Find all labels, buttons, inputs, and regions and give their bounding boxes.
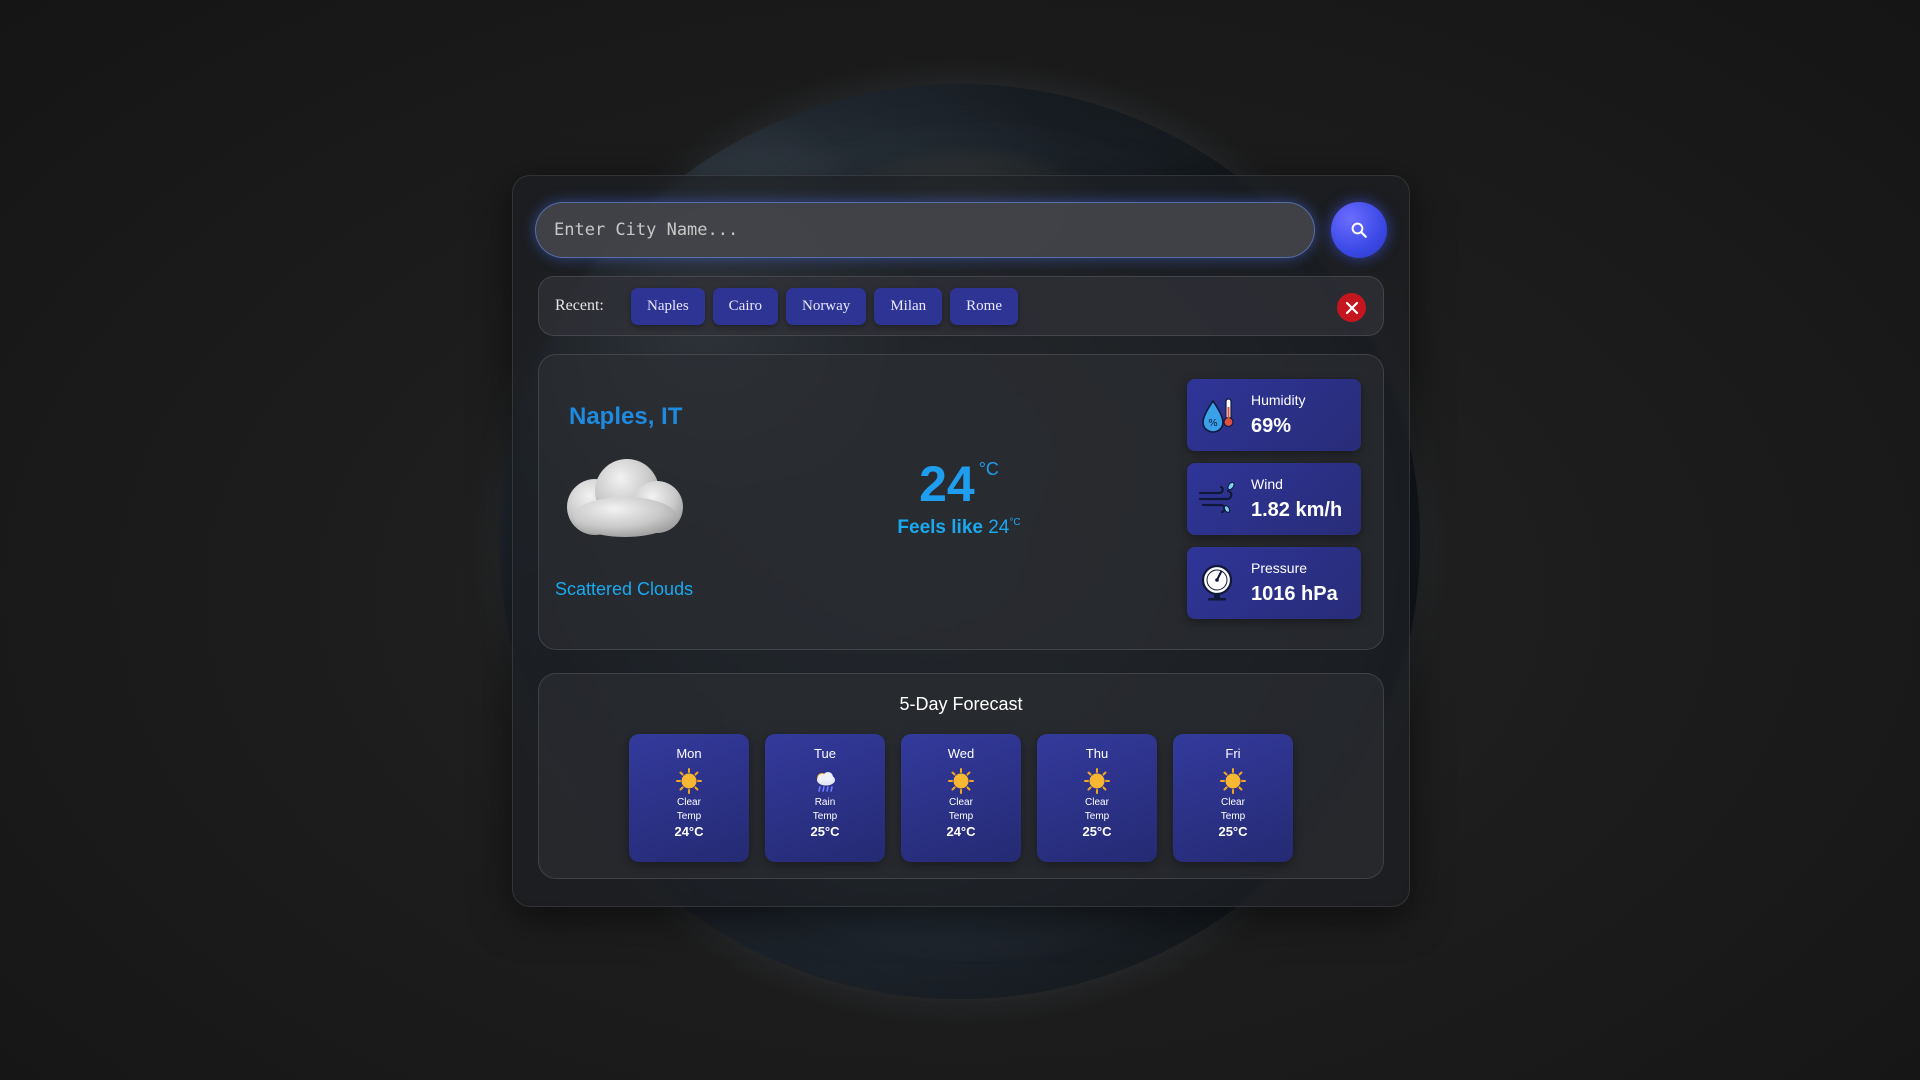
recent-chip-milan[interactable]: Milan bbox=[874, 288, 943, 325]
page: Recent: Naples Cairo Norway Milan Rome N… bbox=[0, 0, 1920, 1080]
clear-recent-button[interactable] bbox=[1337, 293, 1366, 322]
feels-like-unit: °C bbox=[1009, 517, 1021, 528]
weather-condition: Scattered Clouds bbox=[555, 579, 694, 599]
forecast-temp-label: Temp bbox=[812, 811, 838, 822]
forecast-temp: 25°C bbox=[1218, 824, 1248, 839]
recent-chip-norway[interactable]: Norway bbox=[785, 288, 867, 325]
pressure-label: Pressure bbox=[1251, 560, 1308, 576]
recent-chip-naples[interactable]: Naples bbox=[631, 288, 705, 325]
forecast-row: Mon Clear Temp 24°C Tue Rain Temp 25°C W… bbox=[629, 734, 1293, 862]
recent-chip-rome[interactable]: Rome bbox=[950, 288, 1018, 325]
rain-cloud-icon bbox=[817, 772, 835, 792]
forecast-condition: Clear bbox=[949, 797, 973, 808]
forecast-day-card: Mon Clear Temp 24°C bbox=[629, 734, 749, 862]
forecast-temp: 25°C bbox=[1082, 824, 1112, 839]
wind-value: 1.82 km/h bbox=[1251, 499, 1343, 521]
forecast-temp: 24°C bbox=[674, 824, 704, 839]
forecast-day-card: Tue Rain Temp 25°C bbox=[765, 734, 885, 862]
temperature-unit: °C bbox=[978, 459, 999, 479]
cloud-icon bbox=[567, 459, 683, 537]
pressure-gauge-icon bbox=[1201, 564, 1233, 601]
search-button[interactable] bbox=[1331, 202, 1387, 258]
search-icon bbox=[1351, 222, 1367, 238]
wind-label: Wind bbox=[1251, 476, 1283, 492]
forecast-day-card: Wed Clear Temp 24°C bbox=[901, 734, 1021, 862]
recent-chips: Naples Cairo Norway Milan Rome bbox=[631, 288, 1018, 325]
forecast-condition: Rain bbox=[814, 797, 836, 808]
wind-card: Wind 1.82 km/h bbox=[1187, 463, 1361, 535]
current-weather-panel: Naples, IT Scattered Clouds 24 °C Feels … bbox=[538, 354, 1384, 650]
forecast-day-name: Wed bbox=[947, 746, 975, 761]
humidity-card: % Humidity 69% bbox=[1187, 379, 1361, 451]
recent-searches-bar: Recent: Naples Cairo Norway Milan Rome bbox=[538, 276, 1384, 336]
forecast-day-name: Fri bbox=[1225, 746, 1241, 761]
sun-icon bbox=[948, 768, 974, 794]
temperature-block: 24 °C Feels like 24°C bbox=[869, 455, 1049, 539]
recent-label: Recent: bbox=[555, 297, 604, 314]
search-row bbox=[535, 202, 1387, 258]
sun-icon bbox=[1084, 768, 1110, 794]
forecast-day-name: Tue bbox=[814, 746, 836, 761]
city-name: Naples, IT bbox=[569, 403, 683, 430]
forecast-day-name: Thu bbox=[1085, 746, 1109, 761]
forecast-temp: 25°C bbox=[810, 824, 840, 839]
feels-like: Feels like 24°C bbox=[869, 517, 1049, 539]
humidity-value: 69% bbox=[1251, 415, 1292, 437]
pressure-card: Pressure 1016 hPa bbox=[1187, 547, 1361, 619]
temperature-value: 24 bbox=[919, 456, 975, 512]
forecast-day-card: Thu Clear Temp 25°C bbox=[1037, 734, 1157, 862]
forecast-condition: Clear bbox=[1085, 797, 1109, 808]
sun-icon bbox=[676, 768, 702, 794]
forecast-temp-label: Temp bbox=[948, 811, 974, 822]
forecast-day-name: Mon bbox=[676, 746, 702, 761]
humidity-label: Humidity bbox=[1251, 392, 1306, 408]
weather-card: Recent: Naples Cairo Norway Milan Rome N… bbox=[512, 175, 1410, 907]
recent-chip-cairo[interactable]: Cairo bbox=[712, 288, 778, 325]
forecast-condition: Clear bbox=[677, 797, 701, 808]
pressure-value: 1016 hPa bbox=[1251, 583, 1338, 605]
forecast-title: 5-Day Forecast bbox=[899, 694, 1023, 714]
forecast-condition: Clear bbox=[1221, 797, 1245, 808]
feels-like-label: Feels like bbox=[897, 517, 983, 538]
forecast-temp-label: Temp bbox=[1084, 811, 1110, 822]
feels-like-value: 24 bbox=[988, 517, 1010, 538]
humidity-icon: % bbox=[1202, 398, 1234, 433]
svg-text:%: % bbox=[1208, 418, 1218, 429]
city-search-input[interactable] bbox=[535, 202, 1315, 258]
forecast-temp-label: Temp bbox=[676, 811, 702, 822]
forecast-panel: 5-Day Forecast Mon Clear Temp 24°C Tue R… bbox=[538, 673, 1384, 879]
forecast-temp-label: Temp bbox=[1220, 811, 1246, 822]
forecast-temp: 24°C bbox=[946, 824, 976, 839]
close-icon bbox=[1345, 301, 1358, 314]
forecast-day-card: Fri Clear Temp 25°C bbox=[1173, 734, 1293, 862]
sun-icon bbox=[1220, 768, 1246, 794]
wind-icon bbox=[1198, 481, 1235, 514]
